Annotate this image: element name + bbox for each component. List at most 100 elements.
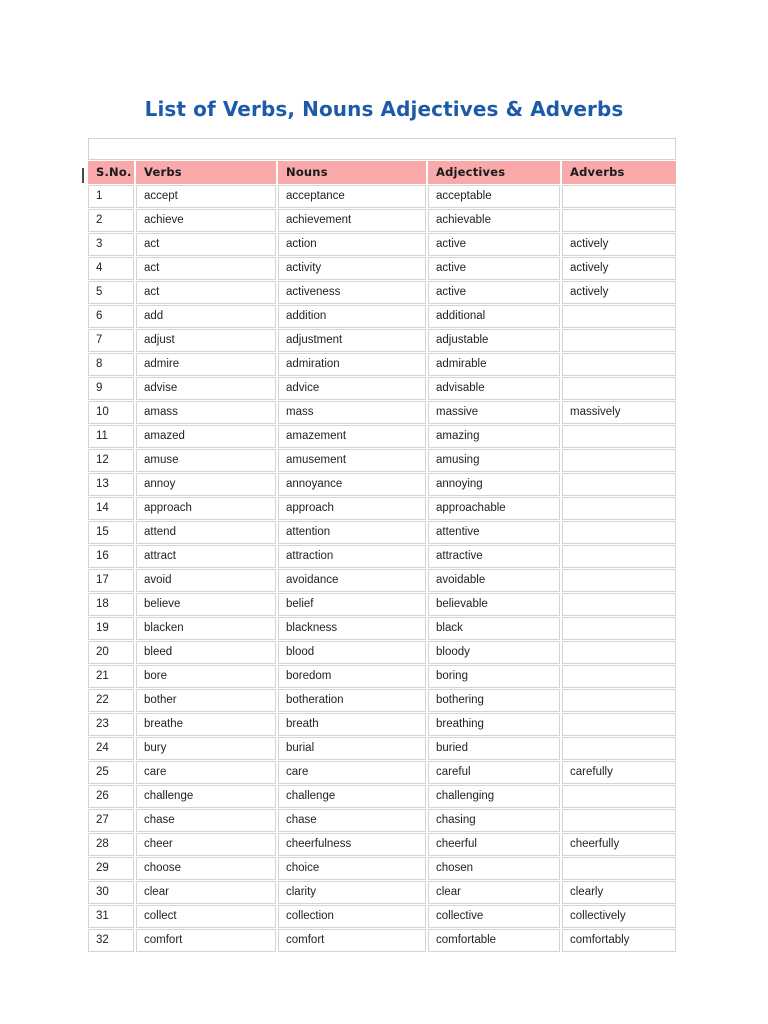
row-number-cell: 20 bbox=[88, 641, 134, 664]
cell-verbs: act bbox=[136, 281, 276, 304]
cell-verbs: admire bbox=[136, 353, 276, 376]
cell-verbs: bore bbox=[136, 665, 276, 688]
cell-verbs: act bbox=[136, 233, 276, 256]
row-number-cell: 2 bbox=[88, 209, 134, 232]
cell-nouns: collection bbox=[278, 905, 426, 928]
table-row: 19 blacken blackness black bbox=[88, 617, 677, 640]
cell-verbs: collect bbox=[136, 905, 276, 928]
row-number-cell: 7 bbox=[88, 329, 134, 352]
cell-adjectives: annoying bbox=[428, 473, 560, 496]
cell-verbs: attend bbox=[136, 521, 276, 544]
row-number-cell: 18 bbox=[88, 593, 134, 616]
cell-verbs: amazed bbox=[136, 425, 276, 448]
row-number-cell: 29 bbox=[88, 857, 134, 880]
cell-adverbs bbox=[562, 329, 677, 352]
cell-nouns: blood bbox=[278, 641, 426, 664]
cell-adverbs bbox=[562, 185, 677, 208]
cell-nouns: action bbox=[278, 233, 426, 256]
cell-adjectives: challenging bbox=[428, 785, 560, 808]
cell-nouns: adjustment bbox=[278, 329, 426, 352]
cell-verbs: avoid bbox=[136, 569, 276, 592]
cell-verbs: accept bbox=[136, 185, 276, 208]
cell-nouns: acceptance bbox=[278, 185, 426, 208]
column-header-nouns: Nouns bbox=[278, 161, 426, 184]
cell-adverbs bbox=[562, 857, 677, 880]
cell-adverbs: comfortably bbox=[562, 929, 677, 952]
table-row: 30 clear clarity clear clearly bbox=[88, 881, 677, 904]
table-row: 7 adjust adjustment adjustable bbox=[88, 329, 677, 352]
cell-verbs: choose bbox=[136, 857, 276, 880]
table-row: 15 attend attention attentive bbox=[88, 521, 677, 544]
table-row: 6 add addition additional bbox=[88, 305, 677, 328]
cell-adjectives: buried bbox=[428, 737, 560, 760]
table-row: 16 attract attraction attractive bbox=[88, 545, 677, 568]
table-row: 12 amuse amusement amusing bbox=[88, 449, 677, 472]
cell-adverbs: actively bbox=[562, 257, 677, 280]
cell-nouns: annoyance bbox=[278, 473, 426, 496]
cell-adjectives: boring bbox=[428, 665, 560, 688]
cell-adjectives: comfortable bbox=[428, 929, 560, 952]
cell-verbs: bother bbox=[136, 689, 276, 712]
table-row: 31 collect collection collective collectivel… bbox=[88, 905, 677, 928]
table-row: 28 cheer cheerfulness cheerful cheerfully bbox=[88, 833, 677, 856]
cell-verbs: care bbox=[136, 761, 276, 784]
cell-adverbs: carefully bbox=[562, 761, 677, 784]
cell-adjectives: believable bbox=[428, 593, 560, 616]
cell-verbs: annoy bbox=[136, 473, 276, 496]
row-number-cell: 4 bbox=[88, 257, 134, 280]
cell-nouns: breath bbox=[278, 713, 426, 736]
cell-adjectives: clear bbox=[428, 881, 560, 904]
cell-nouns: addition bbox=[278, 305, 426, 328]
cell-adverbs bbox=[562, 521, 677, 544]
cell-verbs: cheer bbox=[136, 833, 276, 856]
table-row: 25 care care careful carefully bbox=[88, 761, 677, 784]
cell-verbs: approach bbox=[136, 497, 276, 520]
word-list-table-container: S.No. Verbs Nouns Adjectives Adverbs 1 accept… bbox=[82, 137, 679, 953]
table-row: 4 act activity active actively bbox=[88, 257, 677, 280]
column-header-adverbs: Adverbs bbox=[562, 161, 677, 184]
table-body: S.No. Verbs Nouns Adjectives Adverbs 1 accept… bbox=[88, 138, 677, 952]
table-row: 14 approach approach approachable bbox=[88, 497, 677, 520]
table-row: 20 bleed blood bloody bbox=[88, 641, 677, 664]
cell-adjectives: attentive bbox=[428, 521, 560, 544]
cell-adjectives: bloody bbox=[428, 641, 560, 664]
header-marker-icon bbox=[82, 168, 84, 183]
row-number-cell: 17 bbox=[88, 569, 134, 592]
cell-adverbs bbox=[562, 209, 677, 232]
table-row: 5 act activeness active actively bbox=[88, 281, 677, 304]
cell-adverbs bbox=[562, 377, 677, 400]
row-number-cell: 11 bbox=[88, 425, 134, 448]
cell-adjectives: approachable bbox=[428, 497, 560, 520]
cell-adverbs bbox=[562, 353, 677, 376]
cell-adjectives: careful bbox=[428, 761, 560, 784]
column-header-adjectives: Adjectives bbox=[428, 161, 560, 184]
cell-adjectives: active bbox=[428, 233, 560, 256]
cell-adjectives: admirable bbox=[428, 353, 560, 376]
cell-adverbs bbox=[562, 617, 677, 640]
table-row: 21 bore boredom boring bbox=[88, 665, 677, 688]
document-page: List of Verbs, Nouns Adjectives & Adverb… bbox=[0, 0, 768, 1024]
cell-nouns: activity bbox=[278, 257, 426, 280]
table-row: 11 amazed amazement amazing bbox=[88, 425, 677, 448]
row-number-cell: 28 bbox=[88, 833, 134, 856]
cell-verbs: bury bbox=[136, 737, 276, 760]
cell-verbs: add bbox=[136, 305, 276, 328]
cell-nouns: attention bbox=[278, 521, 426, 544]
cell-adverbs: cheerfully bbox=[562, 833, 677, 856]
row-number-cell: 25 bbox=[88, 761, 134, 784]
table-row: 22 bother botheration bothering bbox=[88, 689, 677, 712]
table-row: 23 breathe breath breathing bbox=[88, 713, 677, 736]
cell-adjectives: adjustable bbox=[428, 329, 560, 352]
table-header-row: S.No. Verbs Nouns Adjectives Adverbs bbox=[88, 161, 677, 184]
cell-nouns: choice bbox=[278, 857, 426, 880]
row-number-cell: 22 bbox=[88, 689, 134, 712]
table-row: 1 accept acceptance acceptable bbox=[88, 185, 677, 208]
cell-nouns: care bbox=[278, 761, 426, 784]
table-row: 8 admire admiration admirable bbox=[88, 353, 677, 376]
cell-nouns: cheerfulness bbox=[278, 833, 426, 856]
column-header-verbs: Verbs bbox=[136, 161, 276, 184]
table-row: 29 choose choice chosen bbox=[88, 857, 677, 880]
row-number-cell: 5 bbox=[88, 281, 134, 304]
cell-adjectives: amazing bbox=[428, 425, 560, 448]
cell-nouns: amusement bbox=[278, 449, 426, 472]
